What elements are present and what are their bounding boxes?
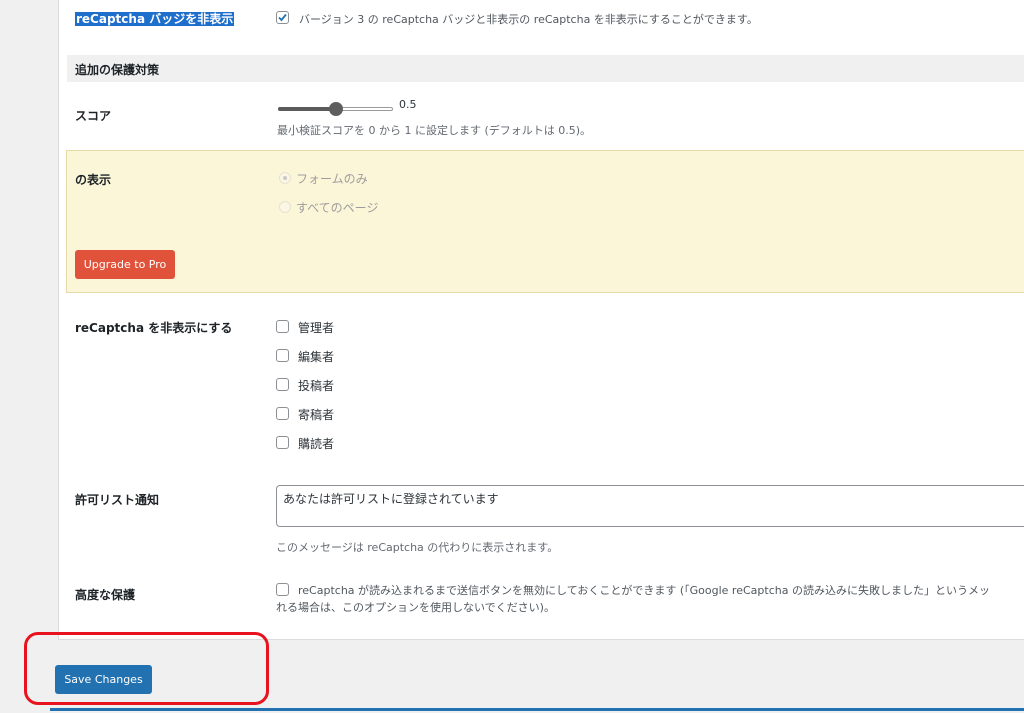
score-slider-thumb[interactable] [328, 102, 343, 116]
radio-label-all-pages: すべてのページ [296, 201, 379, 215]
highlight-annotation-circle [24, 632, 269, 705]
advanced-description-line2: れる場合は、このオプションを使用しないでください)。 [276, 601, 555, 614]
score-slider-fill [278, 107, 336, 111]
badge-label-text: reCaptcha バッジを非表示 [75, 12, 235, 26]
radio-forms-only[interactable] [279, 172, 291, 184]
score-label: スコア [75, 109, 112, 123]
allowlist-message-input[interactable] [276, 485, 1024, 527]
role-label-editor: 編集者 [298, 350, 335, 364]
role-label-author: 投稿者 [298, 379, 335, 393]
role-checkbox-subscriber[interactable] [276, 436, 289, 449]
settings-page: reCaptcha バッジを非表示 バージョン 3 の reCaptcha バッ… [0, 0, 1024, 713]
score-description: 最小検証スコアを 0 から 1 に設定します (デフォルトは 0.5)。 [277, 124, 592, 137]
role-checkbox-contributor[interactable] [276, 407, 289, 420]
advanced-checkbox[interactable] [276, 583, 289, 596]
upgrade-to-pro-button[interactable]: Upgrade to Pro [75, 250, 175, 279]
allowlist-label: 許可リスト通知 [75, 493, 160, 507]
radio-selected-dot [283, 176, 287, 180]
badge-description: バージョン 3 の reCaptcha バッジと非表示の reCaptcha を… [299, 13, 758, 26]
badge-checkbox[interactable] [276, 11, 289, 24]
checkmark-icon [278, 13, 287, 22]
allowlist-description: このメッセージは reCaptcha の代わりに表示されます。 [276, 541, 559, 554]
hide-recaptcha-label: reCaptcha を非表示にする [75, 321, 233, 335]
role-label-contributor: 寄稿者 [298, 408, 335, 422]
pro-feature-box [66, 150, 1024, 293]
bottom-border [50, 708, 1024, 711]
radio-all-pages[interactable] [279, 201, 291, 213]
section-title: 追加の保護対策 [75, 63, 160, 77]
role-label-subscriber: 購読者 [298, 437, 335, 451]
role-checkbox-author[interactable] [276, 378, 289, 391]
advanced-description-line1: reCaptcha が読み込まれるまで送信ボタンを無効にしておくことができます … [298, 584, 990, 597]
display-label: の表示 [75, 173, 112, 187]
section-header: 追加の保護対策 [67, 55, 1024, 82]
role-checkbox-administrator[interactable] [276, 320, 289, 333]
score-value: 0.5 [399, 98, 417, 111]
badge-label: reCaptcha バッジを非表示 [75, 10, 235, 27]
advanced-label: 高度な保護 [75, 588, 136, 602]
role-checkbox-editor[interactable] [276, 349, 289, 362]
role-label-administrator: 管理者 [298, 321, 335, 335]
radio-label-forms-only: フォームのみ [296, 172, 368, 186]
